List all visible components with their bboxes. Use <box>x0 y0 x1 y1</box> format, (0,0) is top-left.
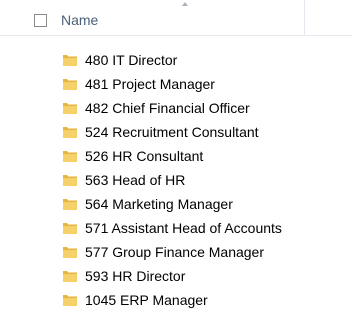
folder-icon <box>63 295 77 306</box>
list-item[interactable]: 577 Group Finance Manager <box>0 240 352 264</box>
folder-name: 480 IT Director <box>85 52 178 68</box>
list-item[interactable]: 571 Assistant Head of Accounts <box>0 216 352 240</box>
folder-icon <box>63 55 77 66</box>
folder-icon <box>63 175 77 186</box>
select-all-checkbox[interactable] <box>34 14 47 27</box>
folder-name: 563 Head of HR <box>85 172 186 188</box>
folder-icon <box>63 271 77 282</box>
folder-name: 524 Recruitment Consultant <box>85 124 259 140</box>
folder-name: 577 Group Finance Manager <box>85 244 264 260</box>
folder-name: 526 HR Consultant <box>85 148 204 164</box>
folder-icon <box>63 151 77 162</box>
list-item[interactable]: 593 HR Director <box>0 264 352 288</box>
folder-icon <box>63 199 77 210</box>
list-item[interactable]: 482 Chief Financial Officer <box>0 96 352 120</box>
folder-icon <box>63 247 77 258</box>
folder-icon <box>63 79 77 90</box>
sort-ascending-icon <box>182 2 188 6</box>
list-item[interactable]: 524 Recruitment Consultant <box>0 120 352 144</box>
folder-name: 564 Marketing Manager <box>85 196 233 212</box>
file-explorer-list: Name 480 IT Director 481 Project Manager… <box>0 0 352 324</box>
folder-name: 1045 ERP Manager <box>85 292 208 308</box>
column-header: Name <box>0 0 352 36</box>
name-column-header[interactable]: Name <box>61 11 98 29</box>
folder-list: 480 IT Director 481 Project Manager 482 … <box>0 36 352 324</box>
folder-name: 593 HR Director <box>85 268 186 284</box>
list-item[interactable]: 480 IT Director <box>0 48 352 72</box>
list-item[interactable]: 481 Project Manager <box>0 72 352 96</box>
column-divider[interactable] <box>304 0 305 36</box>
folder-name: 571 Assistant Head of Accounts <box>85 220 282 236</box>
folder-icon <box>63 223 77 234</box>
folder-name: 481 Project Manager <box>85 76 215 92</box>
list-item[interactable]: 564 Marketing Manager <box>0 192 352 216</box>
folder-icon <box>63 127 77 138</box>
folder-icon <box>63 103 77 114</box>
list-item[interactable]: 563 Head of HR <box>0 168 352 192</box>
folder-name: 482 Chief Financial Officer <box>85 100 250 116</box>
list-item[interactable]: 526 HR Consultant <box>0 144 352 168</box>
list-item[interactable]: 1045 ERP Manager <box>0 288 352 312</box>
